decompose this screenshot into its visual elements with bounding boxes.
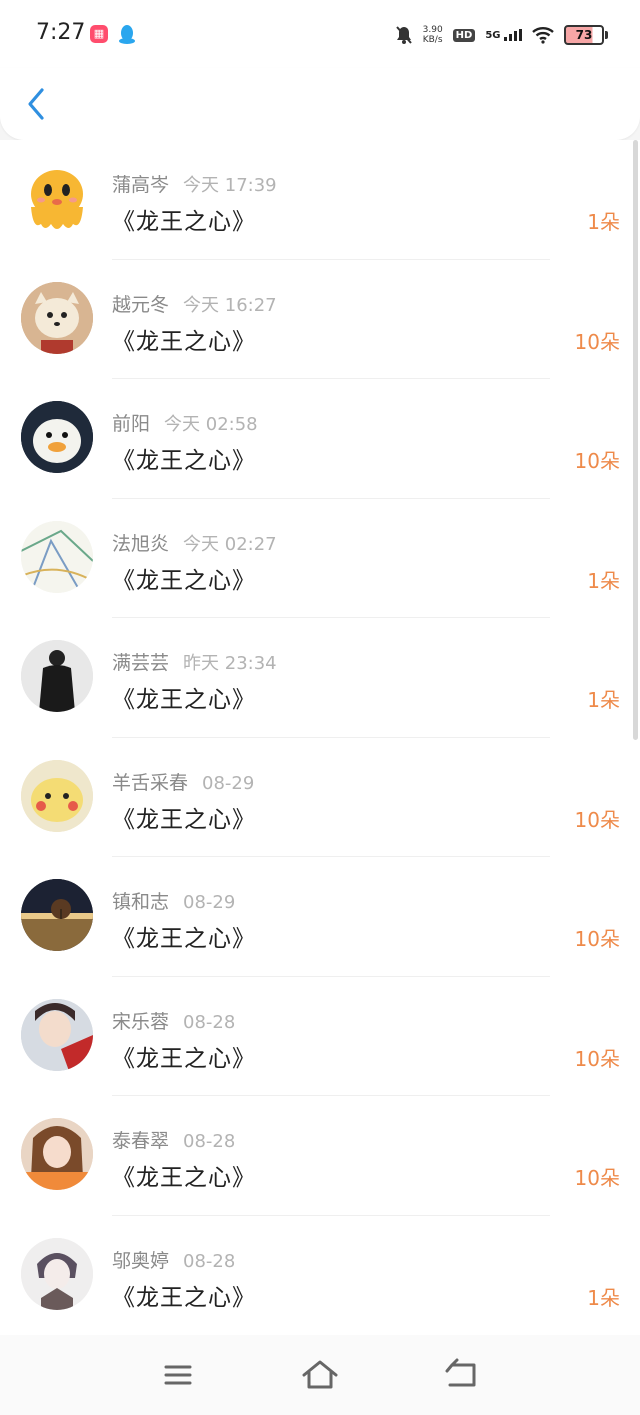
time-label: 08-28 xyxy=(183,1131,236,1152)
book-title: 《龙王之心》 xyxy=(112,567,256,594)
user-name: 宋乐蓉 08-28 xyxy=(112,1010,236,1033)
qq-icon xyxy=(119,25,135,44)
user-name: 满芸芸 昨天 23:34 xyxy=(112,652,277,674)
signal-icon xyxy=(504,29,522,41)
book-title: 《龙王之心》 xyxy=(112,448,256,474)
list-item[interactable]: 泰春翠 08-28 《龙王之心》 10朵 xyxy=(0,1096,640,1216)
list-item[interactable]: 蒲高岑 今天 17:39 《龙王之心》 1朵 xyxy=(0,140,640,260)
list-item[interactable]: 前阳 今天 02:58 《龙王之心》 10朵 xyxy=(0,379,640,499)
avatar[interactable] xyxy=(21,640,93,712)
avatar[interactable] xyxy=(21,759,93,832)
book-title: 《龙王之心》 xyxy=(112,1165,256,1191)
list-item[interactable]: 宋乐蓉 08-28 《龙王之心》 10朵 xyxy=(0,977,640,1096)
flower-count: 10朵 xyxy=(574,1166,620,1190)
avatar[interactable] xyxy=(21,1237,93,1310)
scrollbar[interactable] xyxy=(633,140,638,740)
net-speed: 3.90 KB/s xyxy=(422,25,443,45)
time-label: 今天 02:58 xyxy=(164,414,258,435)
time-label: 今天 16:27 xyxy=(183,294,277,316)
avatar[interactable] xyxy=(21,401,93,473)
avatar[interactable] xyxy=(21,879,93,951)
avatar[interactable] xyxy=(21,281,93,354)
book-title: 《龙王之心》 xyxy=(112,209,256,235)
flower-count: 1朵 xyxy=(587,568,620,593)
status-bar: 7:27 ▦ 3.90 KB/s HD 5G 73 xyxy=(0,0,640,68)
time-label: 08-29 xyxy=(202,772,255,794)
gift-list: 蒲高岑 今天 17:39 《龙王之心》 1朵 越元冬 今天 16:27 《龙王之心》… xyxy=(0,140,640,1335)
avatar[interactable] xyxy=(21,162,93,234)
flower-count: 1朵 xyxy=(587,210,620,234)
hd-badge: HD xyxy=(452,28,476,42)
flower-count: 10朵 xyxy=(574,807,620,832)
avatar[interactable] xyxy=(21,1118,93,1190)
user-name: 羊舌采春 08-29 xyxy=(112,771,255,794)
status-time: 7:27 xyxy=(36,20,86,45)
app-notification-icon: ▦ xyxy=(90,25,108,43)
chevron-left-icon[interactable] xyxy=(18,82,58,126)
list-item[interactable]: 满芸芸 昨天 23:34 《龙王之心》 1朵 xyxy=(0,618,640,738)
status-indicators: 3.90 KB/s HD 5G 73 xyxy=(395,22,608,48)
flower-count: 10朵 xyxy=(574,449,620,473)
list-item[interactable]: 法旭炎 今天 02:27 《龙王之心》 1朵 xyxy=(0,499,640,618)
home-icon[interactable] xyxy=(300,1357,340,1393)
flower-count: 10朵 xyxy=(574,927,620,951)
time-label: 08-29 xyxy=(183,892,236,913)
user-name: 前阳 今天 02:58 xyxy=(112,413,258,435)
book-title: 《龙王之心》 xyxy=(112,328,256,355)
mute-bell-icon xyxy=(395,26,412,44)
user-name: 泰春翠 08-28 xyxy=(112,1130,236,1152)
wifi-icon xyxy=(532,27,554,44)
user-name: 蒲高岑 今天 17:39 xyxy=(112,174,277,196)
flower-count: 10朵 xyxy=(574,329,620,354)
page-header xyxy=(0,68,640,140)
menu-icon[interactable] xyxy=(158,1357,198,1393)
time-label: 08-28 xyxy=(183,1250,236,1272)
battery-indicator: 73 xyxy=(564,25,608,45)
user-name: 越元冬 今天 16:27 xyxy=(112,293,277,316)
time-label: 今天 02:27 xyxy=(183,533,277,555)
book-title: 《龙王之心》 xyxy=(112,926,256,952)
flower-count: 1朵 xyxy=(587,688,620,712)
flower-count: 1朵 xyxy=(587,1285,620,1310)
list-item[interactable]: 越元冬 今天 16:27 《龙王之心》 10朵 xyxy=(0,260,640,379)
book-title: 《龙王之心》 xyxy=(112,1284,256,1311)
avatar[interactable] xyxy=(21,520,93,593)
list-item[interactable]: 镇和志 08-29 《龙王之心》 10朵 xyxy=(0,857,640,977)
system-nav-bar xyxy=(0,1335,640,1415)
book-title: 《龙王之心》 xyxy=(112,687,256,713)
user-name: 邬奥婷 08-28 xyxy=(112,1249,236,1272)
network-5g: 5G xyxy=(485,29,522,41)
list-item[interactable]: 羊舌采春 08-29 《龙王之心》 10朵 xyxy=(0,738,640,857)
back-icon[interactable] xyxy=(442,1357,482,1393)
time-label: 昨天 23:34 xyxy=(183,653,277,674)
user-name: 法旭炎 今天 02:27 xyxy=(112,532,277,555)
flower-count: 10朵 xyxy=(574,1046,620,1071)
book-title: 《龙王之心》 xyxy=(112,1045,256,1072)
list-item[interactable]: 邬奥婷 08-28 《龙王之心》 1朵 xyxy=(0,1216,640,1336)
book-title: 《龙王之心》 xyxy=(112,806,256,833)
time-label: 今天 17:39 xyxy=(183,175,277,196)
user-name: 镇和志 08-29 xyxy=(112,891,236,913)
avatar[interactable] xyxy=(21,998,93,1071)
time-label: 08-28 xyxy=(183,1011,236,1033)
